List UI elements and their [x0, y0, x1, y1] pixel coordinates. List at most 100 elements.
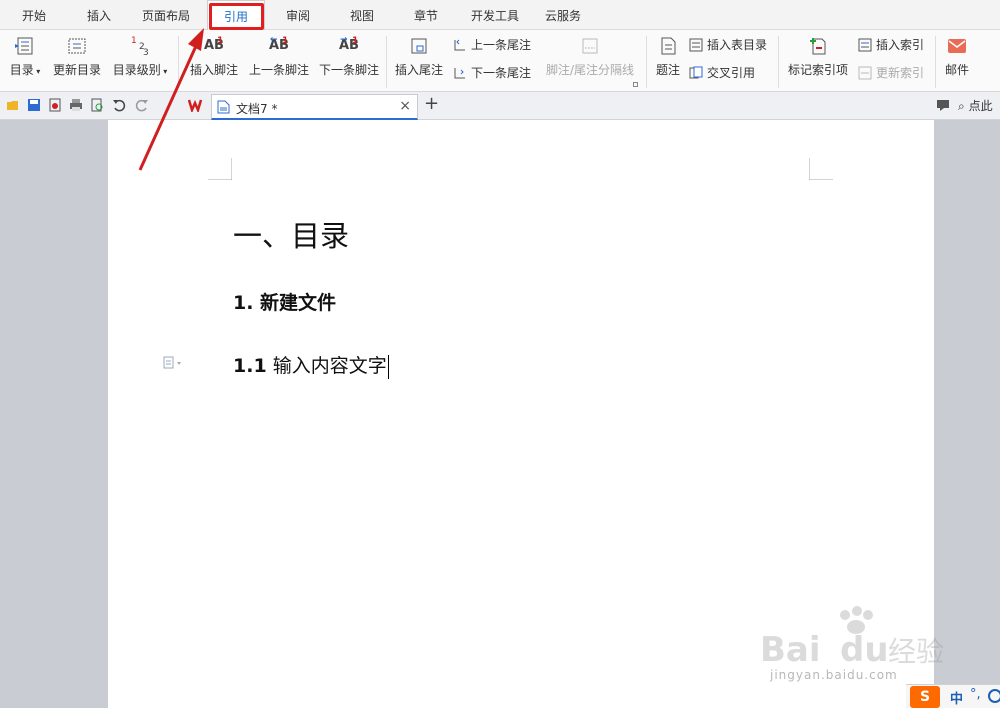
update-toc-icon [66, 36, 88, 56]
arrow-right-icon: → [340, 35, 348, 45]
separator [935, 36, 936, 88]
insert-table-toc-label: 插入表目录 [707, 38, 768, 52]
new-tab-button[interactable]: + [424, 93, 439, 114]
paragraph-layout-icon[interactable] [163, 356, 183, 370]
text-cursor [387, 354, 389, 379]
ime-emoji-icon[interactable] [988, 689, 1000, 703]
toc-level-num-1: 1 [131, 36, 137, 46]
prev-footnote-button[interactable]: AB ← 1 上一条脚注 [246, 35, 312, 78]
document-tab-name: 文档7 * [236, 102, 278, 116]
heading-3-number: 1.1 [233, 355, 267, 377]
close-tab-button[interactable]: × [399, 98, 411, 114]
mark-index-button[interactable]: 标记索引项 [784, 36, 852, 78]
toc-button[interactable]: 目录 ▾ [6, 36, 44, 78]
cross-reference-button[interactable]: 交叉引用 [689, 64, 755, 82]
heading-1[interactable]: 一、目录 [233, 213, 349, 255]
watermark-brand: Bai [760, 630, 821, 670]
update-toc-label: 更新目录 [52, 63, 101, 77]
tab-chapter[interactable]: 章节 [400, 0, 452, 30]
caption-label: 题注 [655, 63, 680, 77]
table-toc-icon [689, 38, 703, 52]
document-icon [217, 100, 230, 114]
menu-bar: 开始 插入 页面布局 引用 审阅 视图 章节 开发工具 云服务 [0, 0, 1000, 30]
update-index-button[interactable]: 更新索引 [858, 64, 924, 82]
ime-toolbar: S 中 °, [906, 684, 1000, 708]
watermark-brand-du: du [840, 630, 889, 670]
tab-insert[interactable]: 插入 [74, 0, 124, 30]
save-icon[interactable] [27, 98, 41, 112]
arrow-left-icon: ← [270, 35, 278, 45]
separator [778, 36, 779, 88]
sogou-logo-icon[interactable]: S [910, 686, 940, 708]
export-pdf-icon[interactable] [48, 98, 62, 112]
search-label: 点此 [968, 99, 993, 113]
dialog-launcher-icon[interactable] [633, 82, 638, 87]
mark-index-icon [807, 36, 829, 56]
insert-footnote-button[interactable]: AB 1 插入脚注 [186, 36, 242, 78]
prev-footnote-label: 上一条脚注 [248, 63, 309, 77]
quick-access-tab-bar: 文档7 * × + ⌕ 点此 [0, 92, 1000, 120]
highlight-box [209, 3, 264, 30]
ime-language-toggle[interactable]: 中 [950, 688, 963, 707]
superscript-one: 1 [282, 36, 289, 46]
separator-line-icon [579, 36, 601, 56]
redo-icon[interactable] [135, 98, 149, 112]
mail-button[interactable]: 邮件 [940, 36, 974, 78]
tab-review[interactable]: 审阅 [272, 0, 324, 30]
superscript-one: 1 [217, 36, 224, 46]
separator [386, 36, 387, 88]
ribbon: 目录 ▾ 更新目录 1 2 3 目录级别 ▾ AB 1 插入脚注 AB ← 1 上一条… [0, 30, 1000, 92]
separator [646, 36, 647, 88]
chevron-down-icon: ▾ [33, 67, 41, 76]
toc-label: 目录 [9, 63, 34, 77]
print-icon[interactable] [69, 98, 83, 112]
margin-corner-mark [208, 158, 232, 180]
toc-level-label: 目录级别 [112, 63, 161, 77]
prev-endnote-button[interactable]: 上一条尾注 [453, 36, 531, 54]
search-icon: ⌕ [958, 99, 965, 113]
comment-icon[interactable] [936, 98, 950, 112]
tab-cloud[interactable]: 云服务 [534, 0, 592, 30]
undo-icon[interactable] [112, 98, 126, 112]
tab-page-layout[interactable]: 页面布局 [134, 0, 198, 30]
next-footnote-icon: AB → 1 [338, 35, 360, 56]
insert-endnote-button[interactable]: 插入尾注 [392, 36, 446, 78]
next-endnote-label: 下一条尾注 [471, 66, 532, 80]
tab-home[interactable]: 开始 [8, 0, 60, 30]
heading-3-text: 输入内容文字 [272, 355, 387, 377]
next-endnote-icon [453, 66, 467, 80]
heading-3[interactable]: 1.1 输入内容文字 [233, 351, 389, 379]
ime-punctuation-toggle[interactable]: °, [970, 687, 981, 702]
toc-level-icon: 1 2 3 [129, 36, 151, 58]
search-area[interactable]: ⌕ 点此 [958, 97, 993, 115]
tab-view[interactable]: 视图 [336, 0, 388, 30]
heading-2[interactable]: 1. 新建文件 [233, 288, 336, 315]
footnote-icon: AB 1 [203, 36, 225, 56]
cross-reference-label: 交叉引用 [707, 66, 756, 80]
wps-logo-icon[interactable] [187, 98, 206, 114]
update-toc-button[interactable]: 更新目录 [50, 36, 104, 78]
caption-icon [657, 36, 679, 56]
watermark-cn: 经验 [888, 635, 944, 668]
separator [178, 36, 179, 88]
prev-endnote-label: 上一条尾注 [471, 38, 532, 52]
superscript-one: 1 [352, 36, 359, 46]
mail-label: 邮件 [944, 63, 969, 77]
insert-table-toc-button[interactable]: 插入表目录 [689, 36, 767, 54]
tab-developer[interactable]: 开发工具 [462, 0, 528, 30]
insert-endnote-label: 插入尾注 [394, 63, 443, 77]
toc-level-button[interactable]: 1 2 3 目录级别 ▾ [108, 36, 172, 78]
insert-index-icon [858, 38, 872, 52]
print-preview-icon[interactable] [90, 98, 104, 112]
next-footnote-button[interactable]: AB → 1 下一条脚注 [316, 35, 382, 78]
caption-button[interactable]: 题注 [652, 36, 684, 78]
cross-reference-icon [689, 66, 703, 80]
document-tab[interactable]: 文档7 * × [211, 94, 418, 120]
watermark-url: jingyan.baidu.com [770, 668, 898, 682]
footnote-separator-button[interactable]: 脚注/尾注分隔线 [542, 36, 638, 78]
open-folder-icon[interactable] [6, 98, 20, 112]
chevron-down-icon: ▾ [160, 67, 168, 76]
insert-index-label: 插入索引 [876, 38, 925, 52]
next-endnote-button[interactable]: 下一条尾注 [453, 64, 531, 82]
insert-index-button[interactable]: 插入索引 [858, 36, 924, 54]
